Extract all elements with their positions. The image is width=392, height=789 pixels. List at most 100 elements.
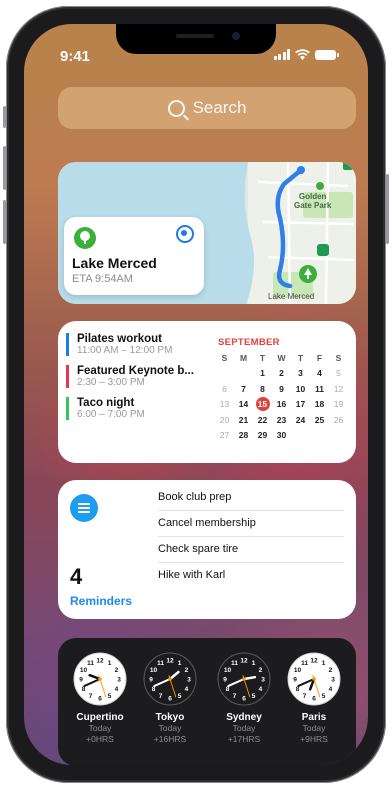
svg-text:4: 4 (259, 686, 263, 693)
svg-text:2: 2 (185, 667, 189, 674)
svg-text:5: 5 (108, 693, 112, 700)
clock-city: Paris (301, 712, 327, 723)
clock-day: Today (232, 723, 256, 733)
svg-text:1: 1 (178, 660, 182, 667)
weekday-label: S (221, 352, 228, 363)
day-cell[interactable]: 16 (272, 399, 291, 409)
weekday-header: SMTWTFS (215, 350, 349, 366)
clock-tokyo[interactable]: 1 2 3 4 5 6 7 8 9 10 11 12 Tokyo Today +16HRS (138, 652, 202, 745)
day-cell[interactable]: 12 (329, 384, 348, 394)
share-eta-icon[interactable] (176, 225, 194, 243)
svg-text:8: 8 (152, 686, 156, 693)
maps-widget[interactable]: Golden Gate Park Lake Merced Lake Merced … (58, 162, 356, 304)
svg-text:8: 8 (296, 686, 300, 693)
day-cell[interactable]: 18 (310, 399, 329, 409)
svg-text:7: 7 (159, 693, 163, 700)
week-row: 6 7 8 9 10 11 12 (215, 381, 349, 397)
clock-sydney[interactable]: 1 2 3 4 5 6 7 8 9 10 11 12 Sydney Today +17HRS (212, 652, 276, 745)
day-cell[interactable]: 24 (291, 415, 310, 425)
svg-text:10: 10 (150, 667, 158, 674)
day-cell[interactable]: 28 (234, 430, 253, 440)
svg-text:10: 10 (224, 667, 232, 674)
day-cell[interactable]: 26 (329, 415, 348, 425)
phone-frame: 9:41 Search Golden Gate Park Lake Merced… (3, 6, 389, 783)
calendar-event[interactable]: Pilates workout 11:00 AM – 12:00 PM (66, 333, 207, 356)
svg-text:5: 5 (178, 693, 182, 700)
day-cell[interactable]: 27 (215, 430, 234, 440)
clock-city: Tokyo (155, 712, 185, 723)
clock-face-icon: 1234567891011 12 (73, 652, 127, 706)
reminder-item[interactable]: Hike with Karl (158, 562, 344, 588)
search-icon (167, 99, 185, 117)
svg-text:3: 3 (117, 677, 121, 684)
day-cell[interactable]: 6 (215, 384, 234, 394)
day-cell[interactable]: 2 (272, 368, 291, 378)
calendar-event[interactable]: Taco night 6:00 – 7:00 PM (66, 397, 207, 420)
reminder-item[interactable]: Book club prep (158, 484, 344, 511)
clock-offset: +0HRS (86, 734, 114, 744)
svg-text:12: 12 (240, 658, 248, 665)
list-icon (70, 494, 98, 522)
day-cell[interactable]: 11 (310, 384, 329, 394)
day-cell[interactable]: 30 (272, 430, 291, 440)
clock-paris[interactable]: 1 2 3 4 5 6 7 8 9 10 11 12 Paris Today +9HRS (282, 652, 346, 745)
svg-text:3: 3 (261, 677, 265, 684)
day-cell[interactable]: 22 (253, 415, 272, 425)
volume-down-button (3, 200, 6, 244)
svg-text:6: 6 (312, 696, 316, 703)
svg-text:2: 2 (115, 667, 119, 674)
svg-text:9: 9 (293, 677, 297, 684)
day-cell[interactable]: 7 (234, 384, 253, 394)
day-cell[interactable]: 20 (215, 415, 234, 425)
day-cell[interactable]: 9 (272, 384, 291, 394)
front-camera (232, 32, 240, 40)
weekday-label: F (316, 352, 323, 363)
day-cell[interactable]: 13 (215, 399, 234, 409)
day-cell[interactable]: 14 (234, 399, 253, 409)
day-cell[interactable]: 4 (310, 368, 329, 378)
svg-text:11: 11 (231, 660, 238, 667)
weekday-label: T (259, 352, 266, 363)
destination-card[interactable]: Lake Merced ETA 9:54AM (64, 217, 204, 295)
day-cell[interactable]: 8 (253, 384, 272, 394)
day-cell[interactable]: 17 (291, 399, 310, 409)
search-field[interactable]: Search (58, 87, 356, 129)
tree-icon (74, 227, 96, 249)
day-cell[interactable]: 29 (253, 430, 272, 440)
svg-text:9: 9 (223, 677, 227, 684)
clock-face-icon: 1234567891011 12 (287, 652, 341, 706)
svg-text:5: 5 (252, 693, 256, 700)
day-cell[interactable]: 25 (310, 415, 329, 425)
clock-face-icon: 1234567891011 12 (217, 652, 271, 706)
svg-text:11: 11 (157, 660, 164, 667)
day-cell[interactable]: 21 (234, 415, 253, 425)
reminders-widget[interactable]: 4 Reminders Book club prep Cancel member… (58, 480, 356, 619)
reminder-item[interactable]: Check spare tire (158, 536, 344, 563)
svg-text:10: 10 (294, 667, 302, 674)
day-cell[interactable]: 10 (291, 384, 310, 394)
clock-cupertino[interactable]: 1 2 3 4 5 6 7 8 9 10 11 12 Cupertino Today +0HRS (68, 652, 132, 745)
day-cell[interactable]: 3 (291, 368, 310, 378)
day-cell[interactable]: 23 (272, 415, 291, 425)
svg-text:9: 9 (149, 677, 153, 684)
svg-text:2: 2 (259, 667, 263, 674)
day-cell[interactable]: 15 (253, 397, 272, 412)
svg-text:4: 4 (329, 686, 333, 693)
day-cell[interactable]: 5 (329, 368, 348, 378)
svg-text:4: 4 (185, 686, 189, 693)
search-label: Search (192, 98, 247, 117)
reminder-item[interactable]: Cancel membership (158, 510, 344, 537)
day-cell[interactable]: 1 (253, 368, 272, 378)
status-icons (273, 49, 339, 60)
svg-text:1: 1 (108, 660, 112, 667)
svg-text:7: 7 (89, 693, 93, 700)
svg-text:10: 10 (80, 667, 88, 674)
calendar-widget[interactable]: Pilates workout 11:00 AM – 12:00 PM Feat… (58, 321, 356, 463)
day-cell[interactable]: 19 (329, 399, 348, 409)
world-clock-widget[interactable]: 1 2 3 4 5 6 7 8 9 10 11 12 Cupertino Today +0HRS 12… (58, 638, 356, 765)
wifi-icon (295, 49, 310, 60)
calendar-event[interactable]: Featured Keynote b... 2:30 – 3:00 PM (66, 365, 207, 388)
svg-text:1: 1 (252, 660, 256, 667)
svg-text:7: 7 (233, 693, 237, 700)
svg-text:1: 1 (322, 660, 326, 667)
